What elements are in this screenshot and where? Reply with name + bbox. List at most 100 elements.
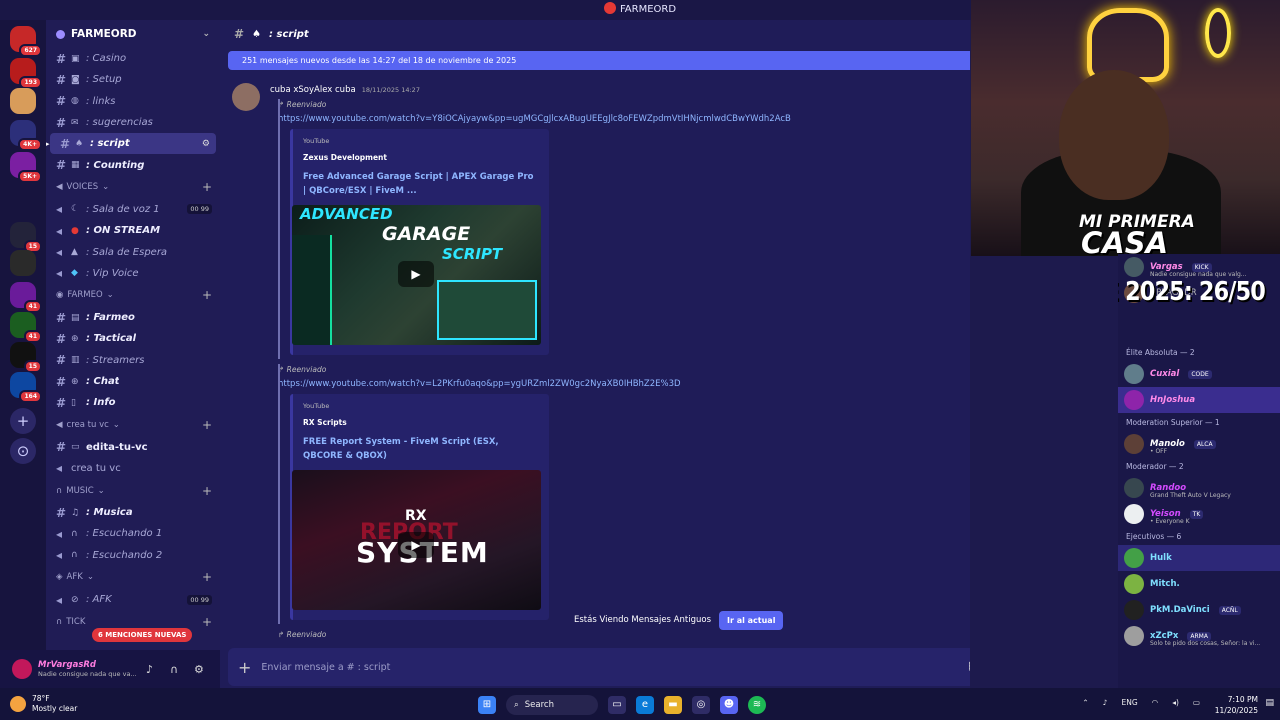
message-link[interactable]: https://www.youtube.com/watch?v=L2PKrfu0… (278, 379, 681, 389)
file-explorer-icon[interactable]: ▬ (664, 696, 682, 714)
server-icon-5[interactable]: 5K+ (10, 152, 42, 183)
member[interactable]: Hulk (1118, 545, 1280, 571)
server-icon-10[interactable]: 15 (10, 342, 42, 373)
headphones-icon[interactable]: ∩ (170, 663, 178, 676)
member[interactable]: Mitch. (1118, 571, 1280, 597)
channel-info[interactable]: # ▯: Info (46, 392, 220, 413)
video-thumbnail[interactable]: ADVANCED GARAGE SCRIPT ▶ (292, 205, 541, 345)
play-icon[interactable]: ▶ (398, 532, 434, 558)
guild-header[interactable]: FARMEORD ⌄ (46, 20, 220, 48)
category-farmeo[interactable]: ◉ FARMEO ⌄ + (46, 284, 220, 307)
embed-author[interactable]: RX Scripts (303, 418, 539, 427)
add-attachment-icon[interactable]: + (238, 658, 251, 677)
server-icon-2[interactable]: 193 (10, 58, 42, 89)
server-icon-4[interactable]: 4K+ (10, 120, 42, 151)
microphone-icon[interactable]: ♪ (146, 663, 153, 676)
member[interactable]: Yeison TK • Everyone K (1118, 501, 1280, 527)
voice-afk[interactable]: ◂ ⊘: AFK 00 99 (46, 589, 220, 610)
channel-edita-tu-vc[interactable]: ▸#▭edita-tu-vc (46, 436, 220, 457)
server-icon-3[interactable] (10, 88, 36, 114)
add-channel-icon[interactable]: + (202, 288, 212, 302)
play-icon[interactable]: ▶ (398, 261, 434, 287)
member[interactable]: Cuxial CODE (1118, 361, 1280, 387)
message-input[interactable]: Enviar mensaje a # : script (261, 662, 390, 673)
member-group-header[interactable]: Moderation Superior — 1 (1118, 413, 1280, 431)
voice-sala-1[interactable]: ◂ ☾: Sala de voz 1 00 99 (46, 199, 220, 220)
gear-icon[interactable]: ⚙ (194, 663, 204, 676)
channel-settings-icon[interactable]: ⚙ (202, 139, 210, 149)
edge-icon[interactable]: e (636, 696, 654, 714)
notification-icon[interactable]: ▤ (1265, 698, 1274, 708)
category-crea-tu-vc[interactable]: ◀ crea tu vc ⌄ + (46, 413, 220, 436)
member[interactable]: HnJoshua (1118, 387, 1280, 413)
server-icon-7[interactable] (10, 250, 36, 276)
new-mentions-badge[interactable]: 6 MENCIONES NUEVAS (92, 628, 193, 642)
channel-counting[interactable]: # ▦: Counting (46, 154, 220, 175)
member-group-header[interactable]: Ejecutivos — 6 (1118, 527, 1280, 545)
channel-setup[interactable]: # ◙: Setup (46, 69, 220, 90)
add-channel-icon[interactable]: + (202, 615, 212, 629)
taskbar-search[interactable]: ⌕ Search (506, 695, 598, 715)
author-name[interactable]: cuba xSoyAlex cuba (270, 85, 356, 95)
channel-casino[interactable]: # ▣: Casino (46, 48, 220, 69)
message-composer[interactable]: + Enviar mensaje a # : script ▦▤▣☺✣ (228, 648, 970, 686)
embed-author[interactable]: Zexus Development (303, 153, 539, 162)
member-group-header[interactable]: Moderador — 2 (1118, 457, 1280, 475)
add-channel-icon[interactable]: + (202, 570, 212, 584)
discord-icon[interactable]: ☻ (720, 696, 738, 714)
server-icon-1[interactable]: 627 (10, 26, 42, 57)
member[interactable]: xZcPx ARMA Solo te pido dos cosas, Señor: … (1118, 623, 1280, 649)
server-icon-9[interactable]: 41 (10, 312, 42, 343)
volume-icon[interactable]: ◂) (1172, 698, 1179, 707)
channel-tactical[interactable]: ▸#⊕: Tactical (46, 328, 220, 349)
add-channel-icon[interactable]: + (202, 484, 212, 498)
server-icon-6[interactable]: 15 (10, 222, 42, 253)
microphone-icon[interactable]: ♪ (1103, 698, 1108, 707)
channel-streamers[interactable]: # ▥: Streamers (46, 350, 220, 371)
voice-escuchando-1[interactable]: ◂ ∩: Escuchando 1 (46, 523, 220, 544)
member[interactable]: PkM.DaVinci ACÑL (1118, 597, 1280, 623)
discover-icon[interactable]: ⊙ (10, 438, 36, 464)
channel-links[interactable]: # ◍: links (46, 91, 220, 112)
gift-icon[interactable]: ▦ (968, 659, 970, 672)
category-voices[interactable]: ◀ VOICES ⌄ + (46, 176, 220, 199)
voice-escuchando-2[interactable]: ◂ ∩: Escuchando 2 (46, 545, 220, 566)
voice-on-stream[interactable]: ◂ ●: ON STREAM (46, 220, 220, 241)
task-view-icon[interactable]: ▭ (608, 696, 626, 714)
chevron-up-icon[interactable]: ⌃ (1082, 698, 1088, 707)
add-channel-icon[interactable]: + (202, 180, 212, 194)
windows-start-icon[interactable]: ⊞ (478, 696, 496, 714)
jump-to-present-button[interactable]: Ir al actual (719, 610, 784, 630)
chrome-icon[interactable]: ◎ (692, 696, 710, 714)
category-afk[interactable]: ◈ AFK ⌄ + (46, 566, 220, 589)
voice-vip[interactable]: ◂ ◆: Vip Voice (46, 263, 220, 284)
language-indicator[interactable]: ENG (1121, 698, 1137, 707)
channel-sugerencias[interactable]: # ✉: sugerencias (46, 112, 220, 133)
wifi-icon[interactable]: ◠ (1152, 698, 1159, 707)
member[interactable]: Randoo Grand Theft Auto V Legacy (1118, 475, 1280, 501)
new-messages-bar[interactable]: 251 mensajes nuevos desde las 14:27 del … (228, 51, 970, 70)
video-thumbnail[interactable]: REPORT RX SYSTEM ▶ (292, 470, 541, 610)
category-music[interactable]: ∩ MUSIC ⌄ + (46, 479, 220, 502)
weather-widget[interactable]: 78°F Mostly clear (10, 694, 77, 714)
spotify-icon[interactable]: ≋ (748, 696, 766, 714)
message-link[interactable]: https://www.youtube.com/watch?v=Y8iOCAjy… (278, 114, 791, 124)
add-channel-icon[interactable]: + (202, 418, 212, 432)
clock[interactable]: 7:10 PM 11/20/2025 (1215, 694, 1258, 716)
member-group-header[interactable]: Élite Absoluta — 2 (1118, 343, 1280, 361)
battery-icon[interactable]: ▭ (1193, 698, 1200, 707)
channel-script[interactable]: ▸ # ♠: script ⚙ (46, 133, 216, 155)
channel-musica[interactable]: ▸#♫: Musica (46, 502, 220, 523)
voice-sala-espera[interactable]: ◂ ▲: Sala de Espera (46, 241, 220, 262)
channel-chat[interactable]: # ⊕: Chat (46, 371, 220, 392)
avatar[interactable] (232, 83, 260, 111)
add-server-icon[interactable]: + (10, 408, 36, 434)
avatar[interactable] (12, 659, 32, 679)
embed-title[interactable]: FREE Report System - FiveM Script (ESX, … (303, 435, 539, 463)
server-icon-8[interactable]: 41 (10, 282, 42, 313)
channel-farmeo[interactable]: ▸#▤: Farmeo (46, 307, 220, 328)
voice-crea-tu-vc[interactable]: ◂ crea tu vc (46, 458, 220, 479)
embed-title[interactable]: Free Advanced Garage Script | APEX Garag… (303, 170, 539, 198)
server-icon-11[interactable]: 164 (10, 372, 42, 403)
member[interactable]: Manolo ALCA • OFF (1118, 431, 1280, 457)
